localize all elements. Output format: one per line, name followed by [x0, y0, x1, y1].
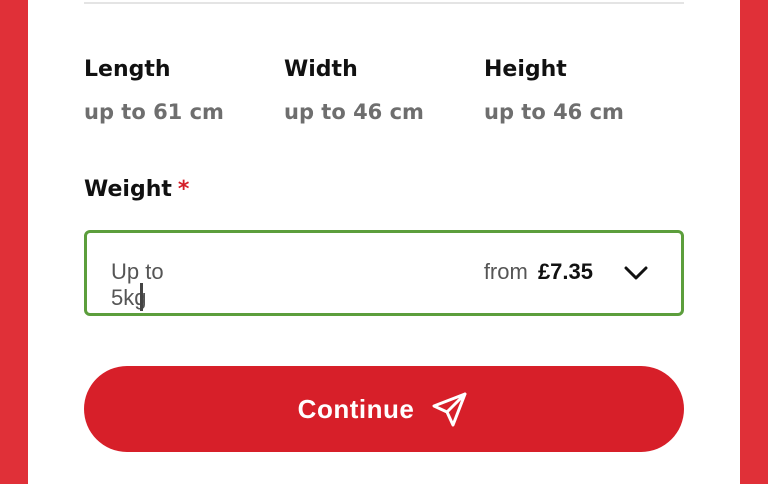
price-value: £7.35 — [537, 259, 593, 284]
weight-label: Weight * — [84, 176, 189, 204]
weight-selected-text: Up to 5kg — [111, 259, 164, 310]
chevron-down-icon[interactable] — [621, 257, 651, 287]
continue-button[interactable]: Continue — [84, 366, 684, 452]
divider — [84, 2, 684, 4]
send-icon — [432, 392, 467, 427]
weight-label-text: Weight — [84, 177, 172, 202]
parcel-form-card: Length up to 61 cm Width up to 46 cm Hei… — [28, 0, 740, 484]
dimension-length: Length up to 61 cm — [84, 56, 274, 126]
dimension-height: Height up to 46 cm — [484, 56, 674, 126]
continue-label: Continue — [297, 393, 415, 424]
dimension-label: Width — [284, 57, 358, 82]
weight-select-value: Up to 5kg — [111, 259, 202, 312]
price-prefix: from — [483, 259, 528, 284]
text-caret — [140, 283, 144, 312]
weight-select[interactable]: Up to 5kg from £7.35 — [84, 230, 684, 316]
dimension-value: up to 46 cm — [484, 100, 624, 124]
required-marker: * — [177, 177, 190, 202]
weight-price: from £7.35 — [484, 259, 593, 285]
dimension-label: Length — [84, 57, 171, 82]
dimension-width: Width up to 46 cm — [284, 56, 474, 126]
dimension-value: up to 46 cm — [284, 100, 424, 124]
dimension-label: Height — [484, 57, 567, 82]
dimension-value: up to 61 cm — [84, 100, 224, 124]
